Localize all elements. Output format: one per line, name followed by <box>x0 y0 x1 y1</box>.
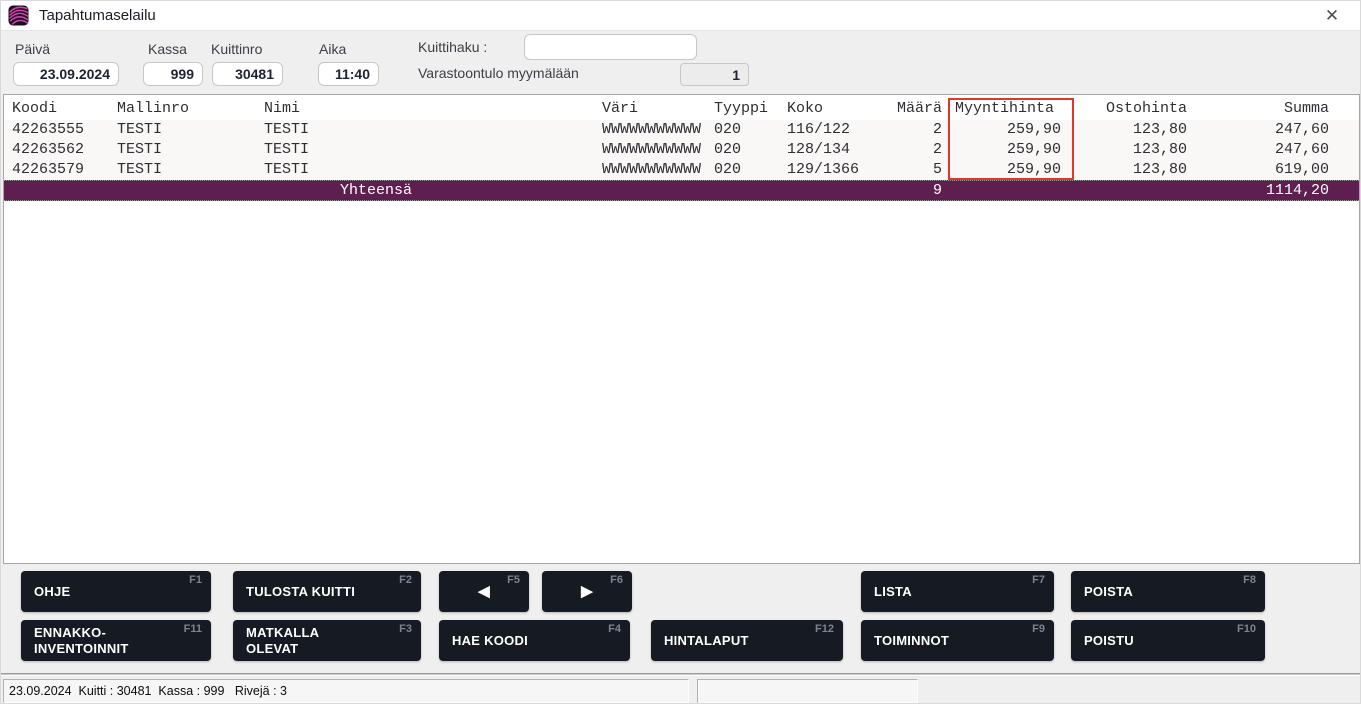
cell-maara: 2 <box>862 121 942 138</box>
cell-vari: WWWWWWWWWWW <box>602 161 712 178</box>
actions-button[interactable]: TOIMINNOT F9 <box>861 620 1054 661</box>
table-row[interactable]: 42263579 TESTI TESTI WWWWWWWWWWW 020 129… <box>4 160 1359 180</box>
total-quantity: 9 <box>862 182 942 199</box>
next-button[interactable]: ▶ F6 <box>542 571 632 612</box>
cell-ostohinta: 123,80 <box>1087 121 1187 138</box>
fn-key-label: F12 <box>815 623 834 635</box>
table-row[interactable]: 42263562 TESTI TESTI WWWWWWWWWWW 020 128… <box>4 140 1359 160</box>
app-window: Tapahtumaselailu ✕ Päivä Kassa Kuittinro… <box>0 0 1361 704</box>
left-arrow-icon: ◀ <box>478 583 490 601</box>
cell-nimi: TESTI <box>264 161 594 178</box>
date-field[interactable] <box>13 62 119 86</box>
total-label: Yhteensä <box>340 182 540 199</box>
cell-tyyppi: 020 <box>714 121 784 138</box>
list-button[interactable]: LISTA F7 <box>861 571 1054 612</box>
receipt-search-label: Kuittihaku : <box>418 39 487 55</box>
search-code-button[interactable]: HAE KOODI F4 <box>439 620 630 661</box>
statusbar-text: 23.09.2024 Kuitti : 30481 Kassa : 999 Ri… <box>9 684 287 698</box>
cell-summa: 619,00 <box>1229 161 1329 178</box>
total-sum: 1114,20 <box>1229 182 1329 199</box>
cell-myyntihinta: 259,90 <box>955 161 1061 178</box>
total-row[interactable]: Yhteensä 9 1114,20 <box>4 180 1359 201</box>
fn-key-label: F11 <box>184 623 202 635</box>
right-arrow-icon: ▶ <box>581 583 593 601</box>
col-header-tyyppi: Tyyppi <box>714 100 784 117</box>
warehouse-entry-label: Varastoontulo myymälään <box>418 65 579 81</box>
statusbar-info-panel: 23.09.2024 Kuitti : 30481 Kassa : 999 Ri… <box>3 679 689 703</box>
col-header-summa: Summa <box>1229 100 1329 117</box>
fn-key-label: F8 <box>1243 574 1256 586</box>
window-title: Tapahtumaselailu <box>39 7 156 24</box>
cell-koodi: 42263562 <box>12 141 112 158</box>
col-header-koodi: Koodi <box>12 100 112 117</box>
cell-maara: 5 <box>862 161 942 178</box>
exit-button[interactable]: POISTU F10 <box>1071 620 1265 661</box>
cell-summa: 247,60 <box>1229 141 1329 158</box>
delete-button[interactable]: POISTA F8 <box>1071 571 1265 612</box>
cell-nimi: TESTI <box>264 141 594 158</box>
fn-key-label: F9 <box>1032 623 1045 635</box>
time-field[interactable] <box>318 62 379 86</box>
col-header-ostohinta: Ostohinta <box>1087 100 1187 117</box>
cell-koodi: 42263579 <box>12 161 112 178</box>
help-button[interactable]: OHJE F1 <box>21 571 211 612</box>
app-logo-icon <box>8 5 29 26</box>
cell-ostohinta: 123,80 <box>1087 161 1187 178</box>
cell-nimi: TESTI <box>264 121 594 138</box>
cell-tyyppi: 020 <box>714 141 784 158</box>
col-header-vari: Väri <box>602 100 712 117</box>
table-row[interactable]: 42263555 TESTI TESTI WWWWWWWWWWW 020 116… <box>4 120 1359 140</box>
cell-mallinro: TESTI <box>117 121 257 138</box>
cell-mallinro: TESTI <box>117 141 257 158</box>
fn-key-label: F10 <box>1237 623 1256 635</box>
time-label: Aika <box>319 41 346 57</box>
cell-mallinro: TESTI <box>117 161 257 178</box>
receipt-number-field[interactable] <box>212 62 283 86</box>
col-header-maara: Määrä <box>862 100 942 117</box>
pre-inventory-button[interactable]: ENNAKKO- INVENTOINNIT F11 <box>21 620 211 661</box>
table-header-row: Koodi Mallinro Nimi Väri Tyyppi Koko Mää… <box>4 99 1359 119</box>
date-label: Päivä <box>15 41 50 57</box>
fn-key-label: F3 <box>399 623 412 635</box>
titlebar: Tapahtumaselailu ✕ <box>1 1 1360 31</box>
price-tags-button[interactable]: HINTALAPUT F12 <box>651 620 843 661</box>
fn-key-label: F7 <box>1032 574 1045 586</box>
cell-ostohinta: 123,80 <box>1087 141 1187 158</box>
in-transit-button[interactable]: MATKALLA OLEVAT F3 <box>233 620 421 661</box>
receipt-number-label: Kuittinro <box>211 41 262 57</box>
register-label: Kassa <box>148 41 187 57</box>
cell-vari: WWWWWWWWWWW <box>602 121 712 138</box>
cell-maara: 2 <box>862 141 942 158</box>
col-header-nimi: Nimi <box>264 100 594 117</box>
statusbar-divider <box>1 673 1360 676</box>
fn-key-label: F2 <box>399 574 412 586</box>
previous-button[interactable]: ◀ F5 <box>439 571 529 612</box>
transaction-table: Koodi Mallinro Nimi Väri Tyyppi Koko Mää… <box>3 94 1360 564</box>
col-header-myyntihinta: Myyntihinta <box>955 100 1061 117</box>
fn-key-label: F1 <box>189 574 202 586</box>
cell-myyntihinta: 259,90 <box>955 121 1061 138</box>
print-receipt-button[interactable]: TULOSTA KUITTI F2 <box>233 571 421 612</box>
warehouse-entry-field[interactable] <box>680 63 749 86</box>
cell-tyyppi: 020 <box>714 161 784 178</box>
fn-key-label: F6 <box>610 574 623 586</box>
fn-key-label: F5 <box>507 574 520 586</box>
cell-summa: 247,60 <box>1229 121 1329 138</box>
receipt-search-input[interactable] <box>524 34 697 60</box>
fn-key-label: F4 <box>608 623 621 635</box>
cell-vari: WWWWWWWWWWW <box>602 141 712 158</box>
statusbar-secondary-panel <box>697 679 918 703</box>
cell-myyntihinta: 259,90 <box>955 141 1061 158</box>
register-field[interactable] <box>143 62 203 86</box>
close-icon[interactable]: ✕ <box>1314 1 1350 31</box>
col-header-mallinro: Mallinro <box>117 100 257 117</box>
cell-koodi: 42263555 <box>12 121 112 138</box>
